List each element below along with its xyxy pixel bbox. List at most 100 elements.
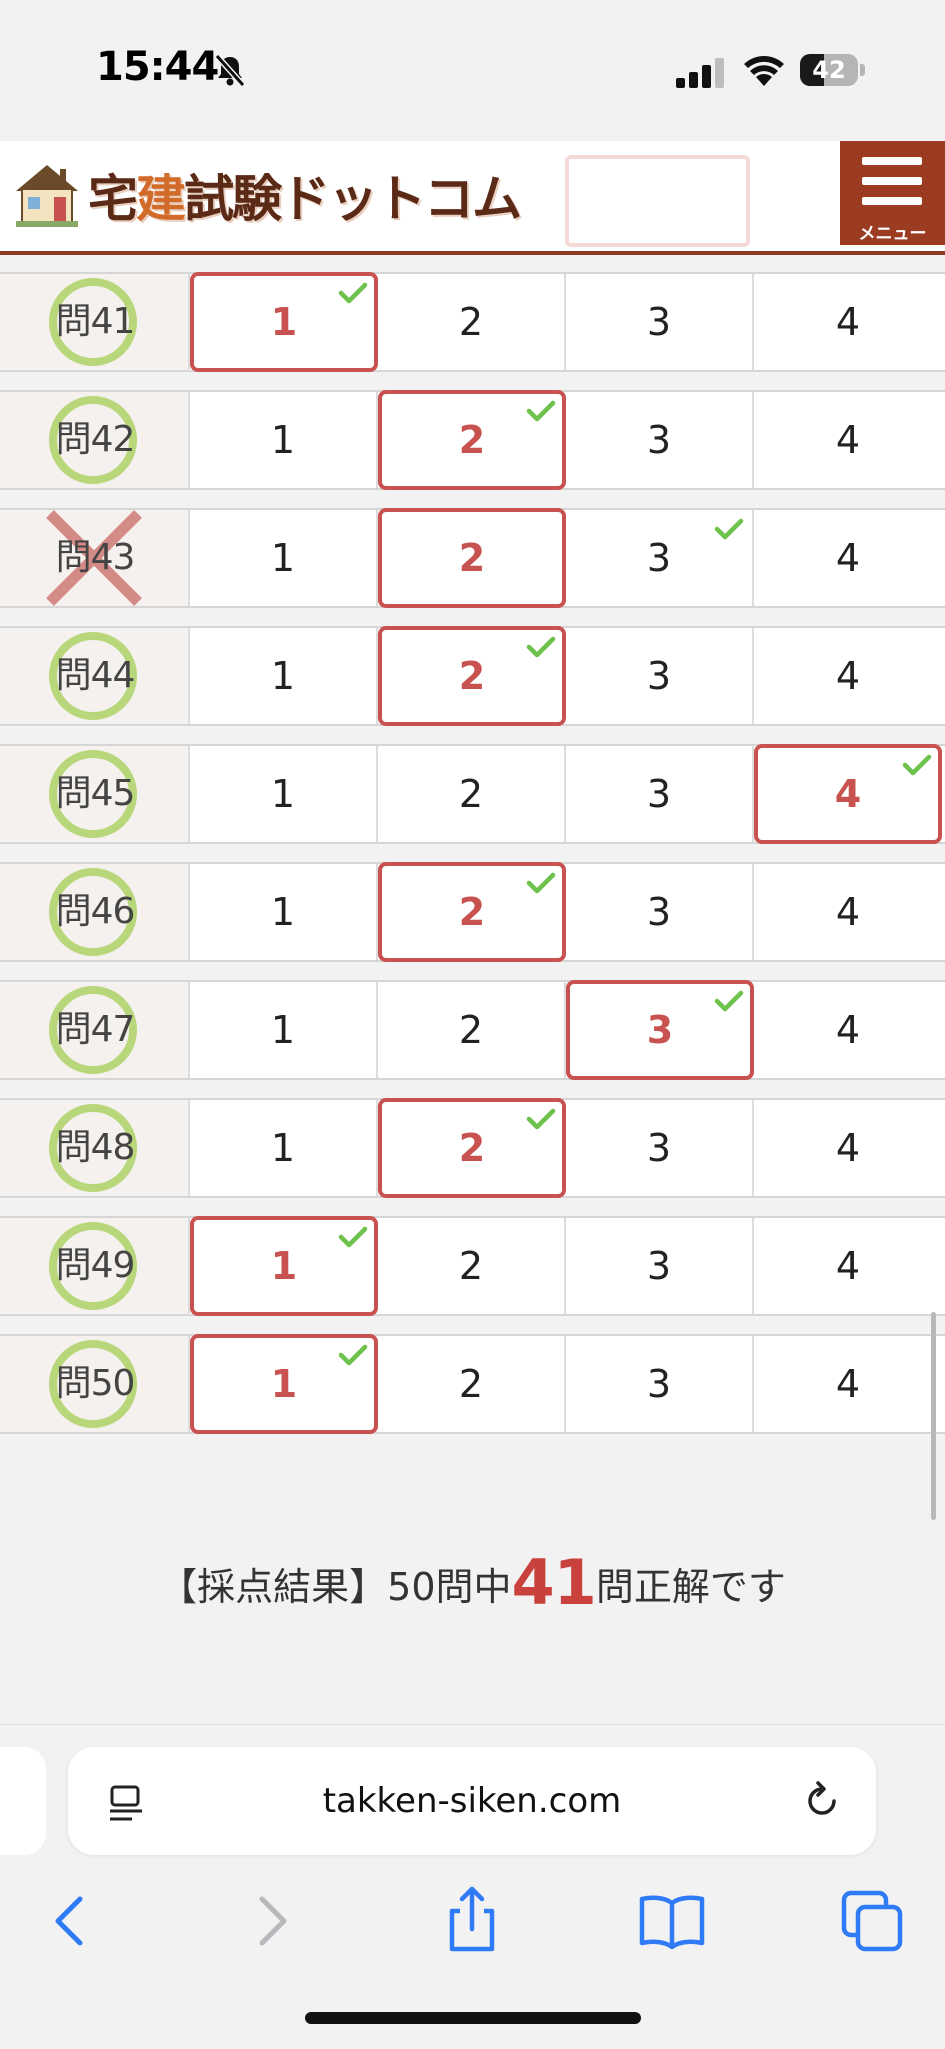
choice-option-2[interactable]: 2 <box>378 982 566 1078</box>
question-label: 問44 <box>55 655 136 696</box>
choice-option-2[interactable]: 2 <box>378 508 566 608</box>
choice-option-3[interactable]: 3 <box>566 1336 754 1432</box>
scrollbar-thumb[interactable] <box>931 1312 936 1520</box>
choice-option-4[interactable]: 4 <box>754 392 942 488</box>
bell-slash-icon <box>214 53 246 88</box>
browser-chrome: takken-siken.com <box>0 1724 945 2049</box>
choice-option-3[interactable]: 3 <box>566 392 754 488</box>
question-row: 問44 1 2 3 4 <box>0 626 945 726</box>
cellular-signal-icon <box>676 58 724 88</box>
question-label: 問42 <box>55 419 136 460</box>
question-label: 問46 <box>55 891 136 932</box>
home-indicator <box>305 2012 641 2024</box>
status-bar: 15:44 42 <box>0 0 945 140</box>
choice-option-2[interactable]: 2 <box>378 274 566 370</box>
score-result: 【採点結果】50問中41問正解です <box>0 1546 945 1619</box>
result-suffix: 問正解です <box>595 1565 786 1609</box>
choice-option-4[interactable]: 4 <box>754 1218 942 1314</box>
share-icon[interactable] <box>432 1881 512 1961</box>
question-label-cell: 問44 <box>0 628 190 724</box>
address-bar[interactable]: takken-siken.com <box>68 1747 876 1855</box>
url-text: takken-siken.com <box>322 1781 622 1821</box>
menu-label: メニュー <box>858 224 927 244</box>
faded-header-button <box>565 155 750 247</box>
forward-icon[interactable] <box>232 1881 312 1961</box>
choice-option-2[interactable]: 2 <box>378 1336 566 1432</box>
choice-option-4[interactable]: 4 <box>754 982 942 1078</box>
question-row: 問41 1 2 3 4 <box>0 272 945 372</box>
choice-option-2[interactable]: 2 <box>378 746 566 842</box>
menu-button[interactable]: メニュー <box>840 141 945 245</box>
correct-answer-check-icon <box>338 1344 368 1366</box>
question-label-cell: 問46 <box>0 864 190 960</box>
choice-option-1[interactable]: 1 <box>190 1100 378 1196</box>
choice-option-4[interactable]: 4 <box>754 274 942 370</box>
question-label-cell: 問47 <box>0 982 190 1078</box>
question-row: 問49 1 2 3 4 <box>0 1216 945 1316</box>
question-row: 問45 1 2 3 4 <box>0 744 945 844</box>
choice-option-1[interactable]: 1 <box>190 510 378 606</box>
question-label: 問41 <box>55 301 136 342</box>
question-label-cell: 問49 <box>0 1218 190 1314</box>
previous-tab-peek[interactable] <box>0 1747 46 1855</box>
question-row: 問47 1 2 3 4 <box>0 980 945 1080</box>
result-prefix: 【採点結果】50問中 <box>159 1565 512 1609</box>
reload-icon[interactable] <box>800 1779 844 1823</box>
choice-option-4[interactable]: 4 <box>754 628 942 724</box>
choice-option-4[interactable]: 4 <box>754 1100 942 1196</box>
question-label: 問49 <box>55 1245 136 1286</box>
status-time: 15:44 <box>96 44 219 90</box>
choice-option-4[interactable]: 4 <box>754 1336 942 1432</box>
choice-option-1[interactable]: 1 <box>190 982 378 1078</box>
correct-answer-check-icon <box>526 400 556 422</box>
question-row: 問48 1 2 3 4 <box>0 1098 945 1198</box>
question-label: 問47 <box>55 1009 136 1050</box>
choice-option-3[interactable]: 3 <box>566 1218 754 1314</box>
correct-answer-check-icon <box>902 754 932 776</box>
choice-option-3[interactable]: 3 <box>566 746 754 842</box>
correct-answer-check-icon <box>714 518 744 540</box>
choice-option-4[interactable]: 4 <box>754 510 942 606</box>
question-row: 問42 1 2 3 4 <box>0 390 945 490</box>
question-label-cell: 問50 <box>0 1336 190 1432</box>
correct-answer-check-icon <box>714 990 744 1012</box>
choice-option-3[interactable]: 3 <box>566 864 754 960</box>
house-logo-icon[interactable] <box>10 157 84 229</box>
correct-answer-check-icon <box>526 872 556 894</box>
correct-answer-check-icon <box>338 1226 368 1248</box>
question-label-cell: 問48 <box>0 1100 190 1196</box>
result-score: 41 <box>511 1546 597 1619</box>
choice-option-3[interactable]: 3 <box>566 628 754 724</box>
choice-option-1[interactable]: 1 <box>190 628 378 724</box>
question-label: 問45 <box>55 773 136 814</box>
question-row: 問43 1 2 3 4 <box>0 508 945 608</box>
choice-option-1[interactable]: 1 <box>190 864 378 960</box>
question-row: 問46 1 2 3 4 <box>0 862 945 962</box>
choice-option-1[interactable]: 1 <box>190 392 378 488</box>
correct-answer-check-icon <box>526 636 556 658</box>
choice-option-4[interactable]: 4 <box>754 864 942 960</box>
question-label-cell: 問43 <box>0 510 190 606</box>
question-row: 問50 1 2 3 4 <box>0 1334 945 1434</box>
correct-answer-check-icon <box>338 282 368 304</box>
tabs-icon[interactable] <box>832 1881 912 1961</box>
wifi-icon <box>744 56 784 86</box>
question-label-cell: 問45 <box>0 746 190 842</box>
question-label: 問48 <box>55 1127 136 1168</box>
battery-level: 42 <box>812 56 846 84</box>
choice-option-3[interactable]: 3 <box>566 1100 754 1196</box>
browser-toolbar <box>0 1881 945 1981</box>
battery-icon: 42 <box>800 54 866 86</box>
question-label: 問43 <box>55 537 136 578</box>
question-label-cell: 問42 <box>0 392 190 488</box>
choice-option-3[interactable]: 3 <box>566 274 754 370</box>
back-icon[interactable] <box>30 1881 110 1961</box>
site-header: 宅建試験ドットコム メニュー <box>0 141 945 255</box>
choice-option-1[interactable]: 1 <box>190 746 378 842</box>
site-logo-text[interactable]: 宅建試験ドットコム <box>88 159 522 231</box>
bookmarks-icon[interactable] <box>632 1881 712 1961</box>
question-label-cell: 問41 <box>0 274 190 370</box>
question-label: 問50 <box>55 1363 136 1404</box>
choice-option-2[interactable]: 2 <box>378 1218 566 1314</box>
correct-answer-check-icon <box>526 1108 556 1130</box>
